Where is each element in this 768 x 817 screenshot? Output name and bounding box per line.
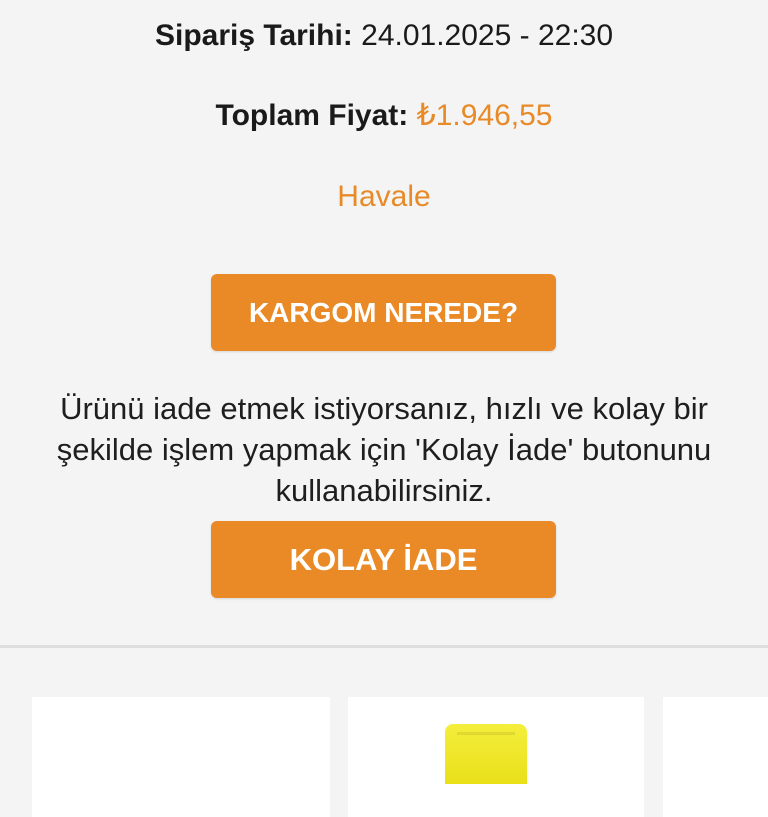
easy-return-button[interactable]: KOLAY İADE	[211, 521, 556, 598]
payment-method: Havale	[337, 180, 431, 213]
return-info-line: şekilde işlem yapmak için 'Kolay İade' b…	[56, 432, 712, 467]
return-info-text: Ürünü iade etmek istiyorsanız, hızlı ve …	[0, 388, 768, 511]
product-bottle-image	[445, 724, 527, 784]
product-card[interactable]	[348, 697, 644, 817]
return-info-line: kullanabilirsiniz.	[275, 473, 493, 508]
order-total-label: Toplam Fiyat:	[215, 99, 409, 132]
order-date: Sipariş Tarihi: 24.01.2025 - 22:30	[0, 18, 768, 54]
section-divider	[0, 645, 768, 648]
product-card[interactable]	[32, 697, 330, 817]
order-date-label: Sipariş Tarihi:	[154, 19, 353, 52]
order-date-value: 24.01.2025 - 22:30	[361, 19, 614, 52]
track-shipment-button[interactable]: KARGOM NEREDE?	[211, 274, 556, 351]
order-total: Toplam Fiyat: ₺1.946,55	[0, 98, 768, 134]
product-card[interactable]	[663, 697, 768, 817]
order-total-value: ₺1.946,55	[416, 99, 553, 132]
return-info-line: Ürünü iade etmek istiyorsanız, hızlı ve …	[60, 391, 708, 426]
